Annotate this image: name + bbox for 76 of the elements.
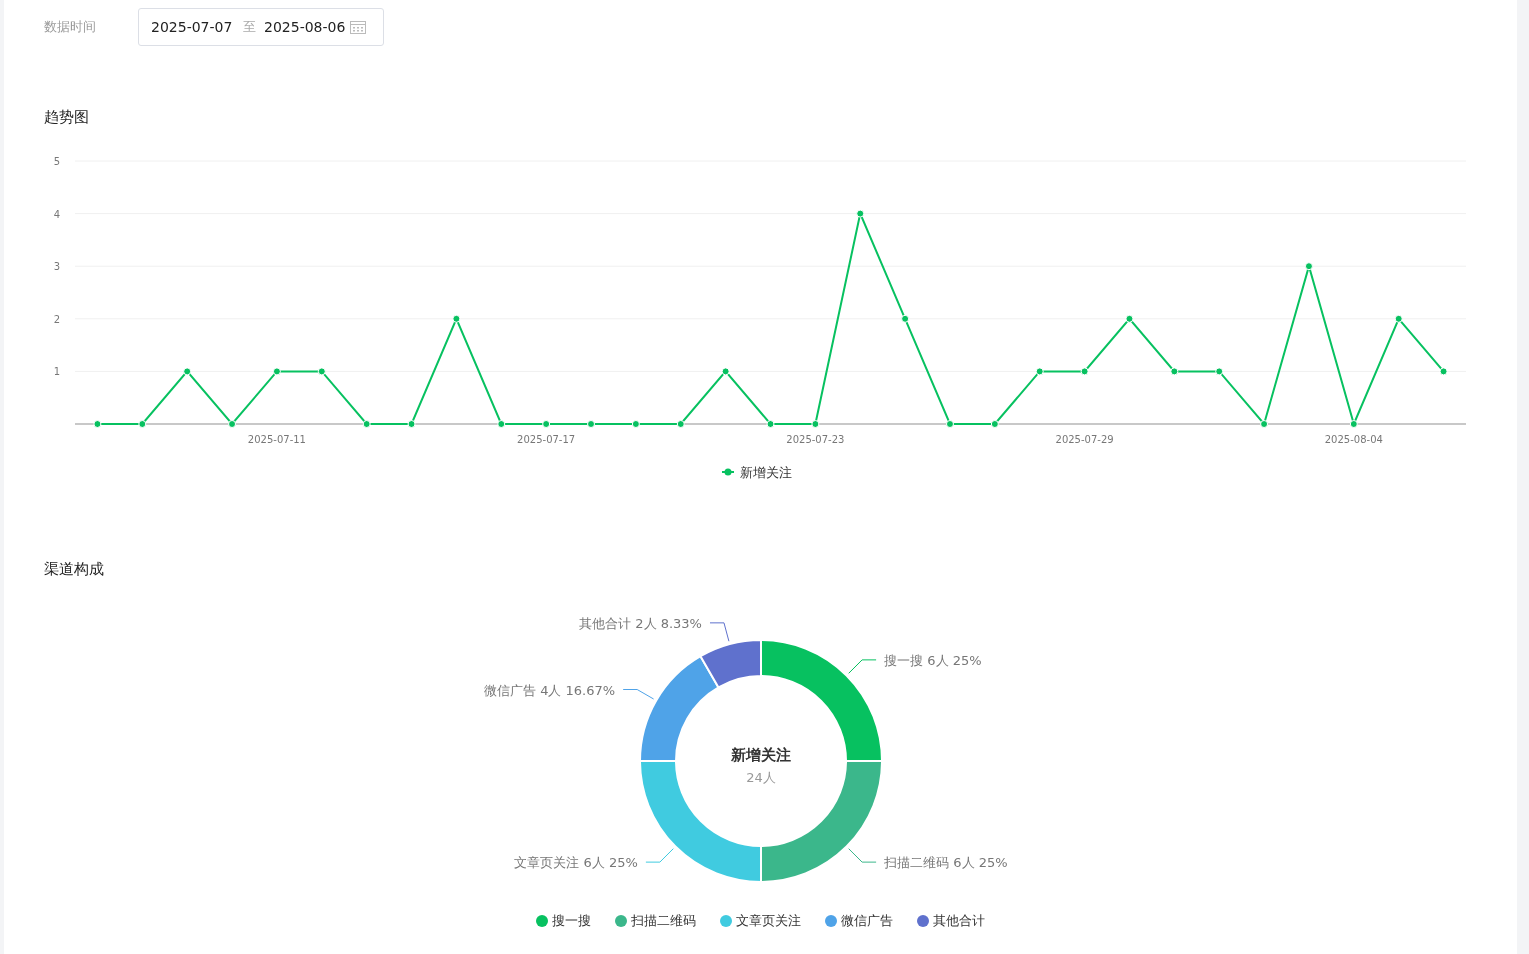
donut-total: 24人 <box>745 770 776 785</box>
axis-label: 2025-07-11 <box>247 433 306 445</box>
data-point[interactable] <box>587 419 595 428</box>
leader-line <box>644 848 674 863</box>
donut-title: 新增关注 <box>730 746 791 764</box>
slice-label: 其他合计 2人 8.33% <box>578 615 702 631</box>
data-point[interactable] <box>1215 366 1224 375</box>
data-point[interactable] <box>990 419 999 428</box>
data-point[interactable] <box>93 419 102 428</box>
leader-line <box>847 659 877 674</box>
data-point[interactable] <box>1349 419 1358 428</box>
slice-label: 扫描二维码 6人 25% <box>883 855 1008 871</box>
axis-label: 2025-08-04 <box>1324 433 1383 445</box>
legend-dot[interactable] <box>917 914 929 927</box>
legend-dot[interactable] <box>615 914 627 927</box>
start-date-input[interactable]: 2025-07-07 <box>151 16 235 38</box>
axis-label: 5 <box>53 155 60 167</box>
calendar-icon[interactable] <box>350 20 366 34</box>
leader-line <box>709 622 729 642</box>
data-point[interactable] <box>1394 314 1403 323</box>
leader-line <box>847 848 877 863</box>
slice-label: 搜一搜 6人 25% <box>883 652 982 668</box>
data-point[interactable] <box>183 366 192 375</box>
slice-label: 微信广告 4人 16.67% <box>483 682 615 698</box>
data-point[interactable] <box>1260 419 1269 428</box>
legend-dot[interactable] <box>720 914 732 927</box>
range-separator: 至 <box>243 18 256 37</box>
data-point[interactable] <box>1439 366 1448 375</box>
donut-slice[interactable] <box>638 655 719 762</box>
data-point[interactable] <box>856 209 865 218</box>
data-point[interactable] <box>1304 261 1313 270</box>
data-point[interactable] <box>1035 366 1044 375</box>
data-point[interactable] <box>542 419 551 428</box>
axis-label: 2025-07-29 <box>1055 433 1114 445</box>
legend-label[interactable]: 扫描二维码 <box>631 911 696 931</box>
section-title: 趋势图 <box>44 107 90 128</box>
axis-label: 3 <box>53 260 60 272</box>
data-point[interactable] <box>497 419 506 428</box>
axis-label: 4 <box>53 208 60 220</box>
axis-label: 1 <box>53 365 60 377</box>
data-point[interactable] <box>317 366 326 375</box>
leader-line <box>622 689 654 700</box>
donut-slice[interactable] <box>699 639 762 689</box>
date-range-field[interactable]: 2025-07-07 至 2025-08-06 <box>138 8 384 46</box>
legend-label[interactable]: 微信广告 <box>841 911 893 931</box>
end-date-input[interactable]: 2025-08-06 <box>264 16 348 38</box>
data-point[interactable] <box>766 419 775 428</box>
data-point[interactable] <box>901 314 910 323</box>
donut-slice[interactable] <box>759 639 883 762</box>
axis-label: 2025-07-23 <box>786 433 845 445</box>
data-point[interactable] <box>631 419 640 428</box>
legend-label[interactable]: 文章页关注 <box>736 911 801 931</box>
slice-label: 文章页关注 6人 25% <box>513 855 638 871</box>
field-label: 数据时间 <box>44 18 97 37</box>
legend-label[interactable]: 新增关注 <box>740 464 792 480</box>
data-point[interactable] <box>811 419 820 428</box>
data-point[interactable] <box>272 366 281 375</box>
data-point[interactable] <box>1125 314 1134 323</box>
legend-label[interactable]: 其他合计 <box>933 911 985 931</box>
data-point[interactable] <box>1080 366 1089 375</box>
data-point[interactable] <box>452 314 461 323</box>
section-title: 渠道构成 <box>44 558 105 580</box>
legend-marker-icon[interactable] <box>721 468 735 475</box>
data-point[interactable] <box>676 419 685 428</box>
data-point[interactable] <box>946 419 954 428</box>
legend-label[interactable]: 搜一搜 <box>552 911 591 931</box>
legend-dot[interactable] <box>536 914 548 927</box>
data-point[interactable] <box>407 419 416 428</box>
axis-label: 2025-07-17 <box>517 433 576 445</box>
legend-dot[interactable] <box>825 914 837 927</box>
data-point[interactable] <box>138 419 147 428</box>
data-point[interactable] <box>362 419 371 428</box>
axis-label: 2 <box>53 313 60 325</box>
data-point[interactable] <box>1170 366 1179 375</box>
data-point[interactable] <box>228 419 237 428</box>
data-point[interactable] <box>721 366 730 375</box>
